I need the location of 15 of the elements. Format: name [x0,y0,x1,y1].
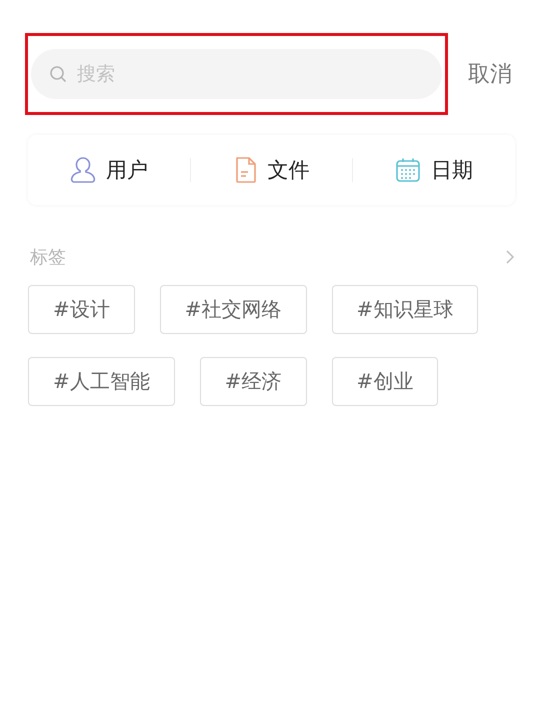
category-label[interactable]: 日期 [431,156,474,184]
tag-chip[interactable]: #设计 [28,285,135,334]
tag-chip[interactable]: #创业 [332,357,438,406]
category-label[interactable]: 用户 [106,156,148,184]
chevron-right-icon[interactable] [505,249,515,265]
calendar-icon [395,157,422,183]
section-title: 标签 [30,246,66,269]
cancel-button[interactable]: 取消 [468,59,512,89]
person-icon [70,156,96,184]
category-label[interactable]: 文件 [268,156,310,184]
tag-chip[interactable]: #社交网络 [160,285,307,334]
tag-chip[interactable]: #经济 [200,357,307,406]
tag-chip[interactable]: #人工智能 [28,357,175,406]
document-icon [234,156,258,184]
tag-chip[interactable]: #知识星球 [332,285,478,334]
